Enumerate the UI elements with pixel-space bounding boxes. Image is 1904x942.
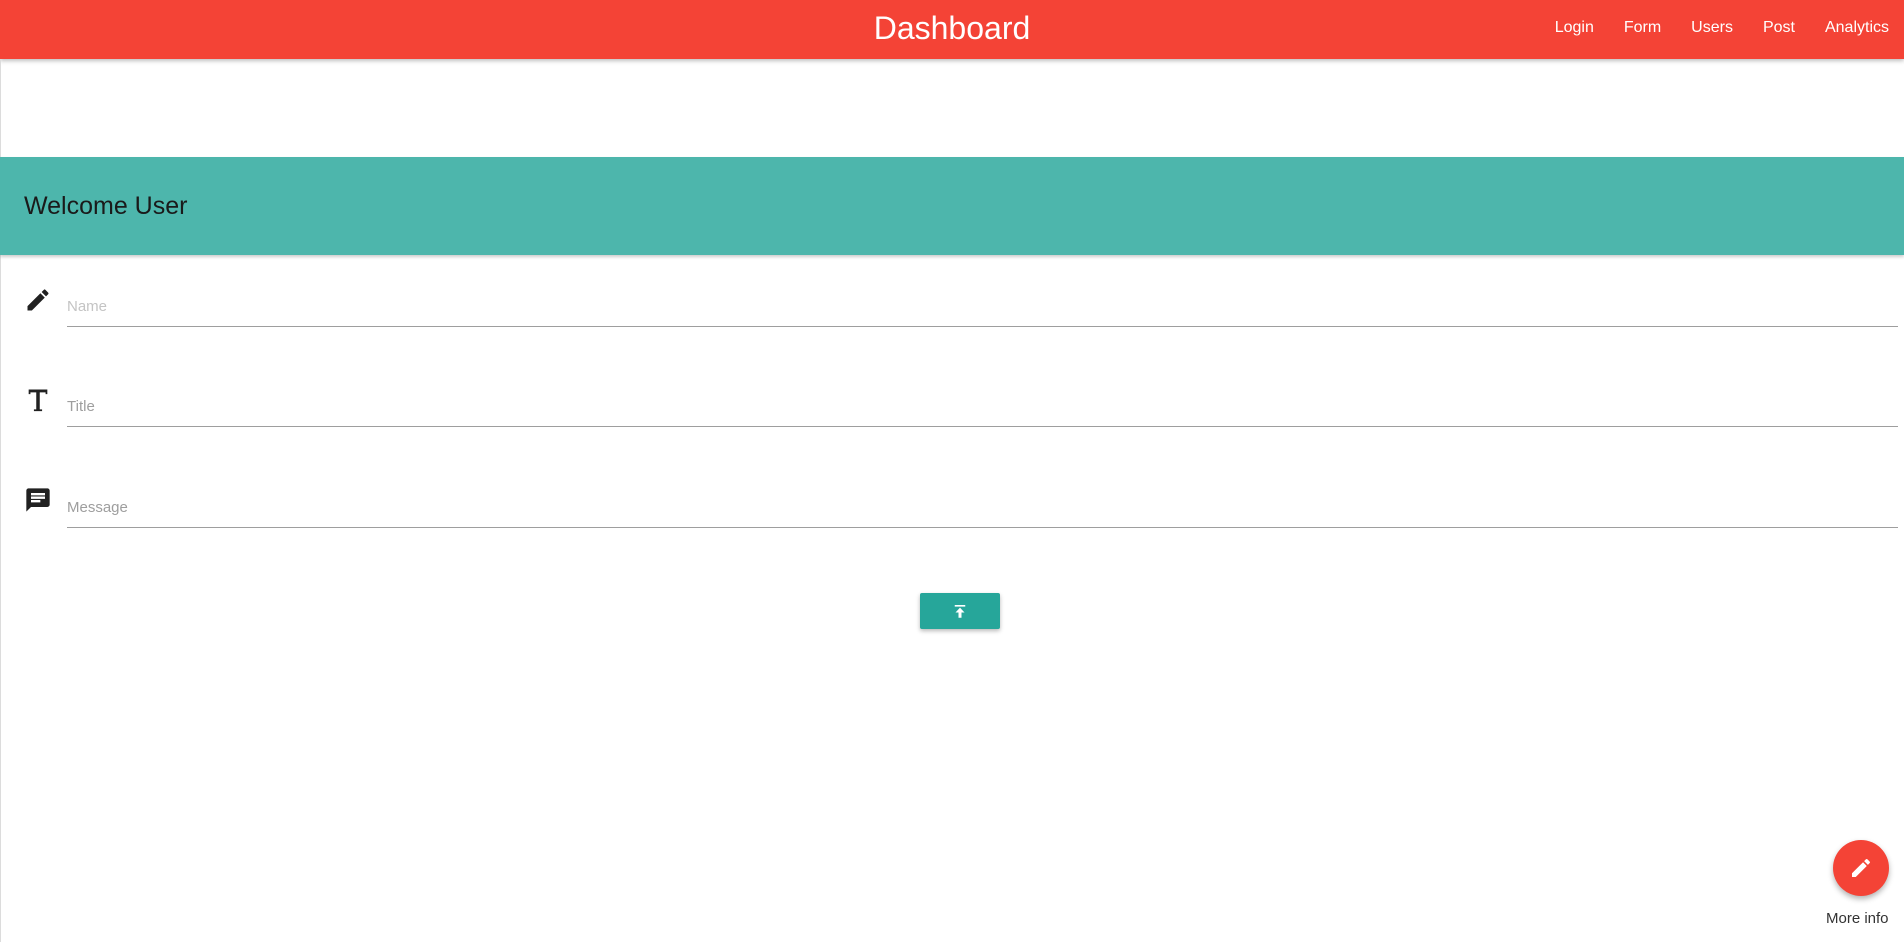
nav-link-post[interactable]: Post	[1748, 0, 1810, 56]
more-info-fab[interactable]	[1833, 840, 1889, 896]
name-input[interactable]	[67, 286, 1898, 327]
nav-link-login[interactable]: Login	[1540, 0, 1609, 56]
message-icon	[26, 488, 50, 512]
text-format-icon	[28, 389, 48, 412]
upload-icon	[954, 605, 966, 618]
title-field-row	[0, 377, 1904, 437]
nav-link-analytics[interactable]: Analytics	[1810, 0, 1904, 56]
nav-link-form[interactable]: Form	[1609, 0, 1676, 56]
name-field-row	[0, 275, 1904, 335]
pencil-icon	[1852, 858, 1871, 877]
message-field-row	[0, 478, 1904, 538]
nav-link-users[interactable]: Users	[1676, 0, 1748, 56]
welcome-title: Welcome User	[24, 192, 188, 220]
title-input[interactable]	[67, 386, 1898, 427]
submit-button[interactable]	[920, 593, 1000, 629]
welcome-banner: Welcome User	[0, 157, 1904, 255]
pencil-icon	[27, 289, 49, 311]
message-input[interactable]	[67, 487, 1898, 528]
nav-links: Login Form Users Post Analytics	[1540, 0, 1904, 56]
top-navbar: Dashboard Login Form Users Post Analytic…	[0, 0, 1904, 59]
more-info-label: More info	[1826, 910, 1889, 927]
